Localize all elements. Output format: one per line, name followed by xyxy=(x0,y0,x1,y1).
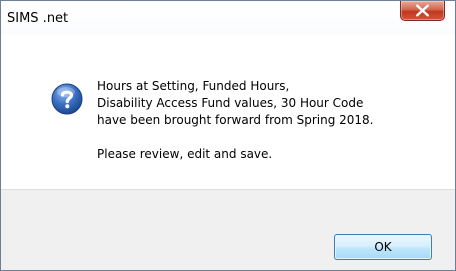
question-icon xyxy=(51,83,83,115)
close-icon xyxy=(416,4,429,17)
message-spacer xyxy=(97,129,447,146)
dialog-footer: OK xyxy=(1,189,455,270)
message-line: Hours at Setting, Funded Hours, xyxy=(97,79,290,93)
message-text: Hours at Setting, Funded Hours, Disabili… xyxy=(97,78,447,163)
title-bar[interactable]: SIMS .net xyxy=(1,1,455,35)
message-line: Disability Access Fund values, 30 Hour C… xyxy=(97,96,364,110)
close-button[interactable] xyxy=(400,1,445,21)
message-instruction: Please review, edit and save. xyxy=(97,147,273,161)
window-title: SIMS .net xyxy=(7,11,69,26)
dialog-window: SIMS .net Hours at Setting, Funded Hours… xyxy=(0,0,456,271)
message-line: have been brought forward from Spring 20… xyxy=(97,113,374,127)
ok-button[interactable]: OK xyxy=(334,234,432,260)
